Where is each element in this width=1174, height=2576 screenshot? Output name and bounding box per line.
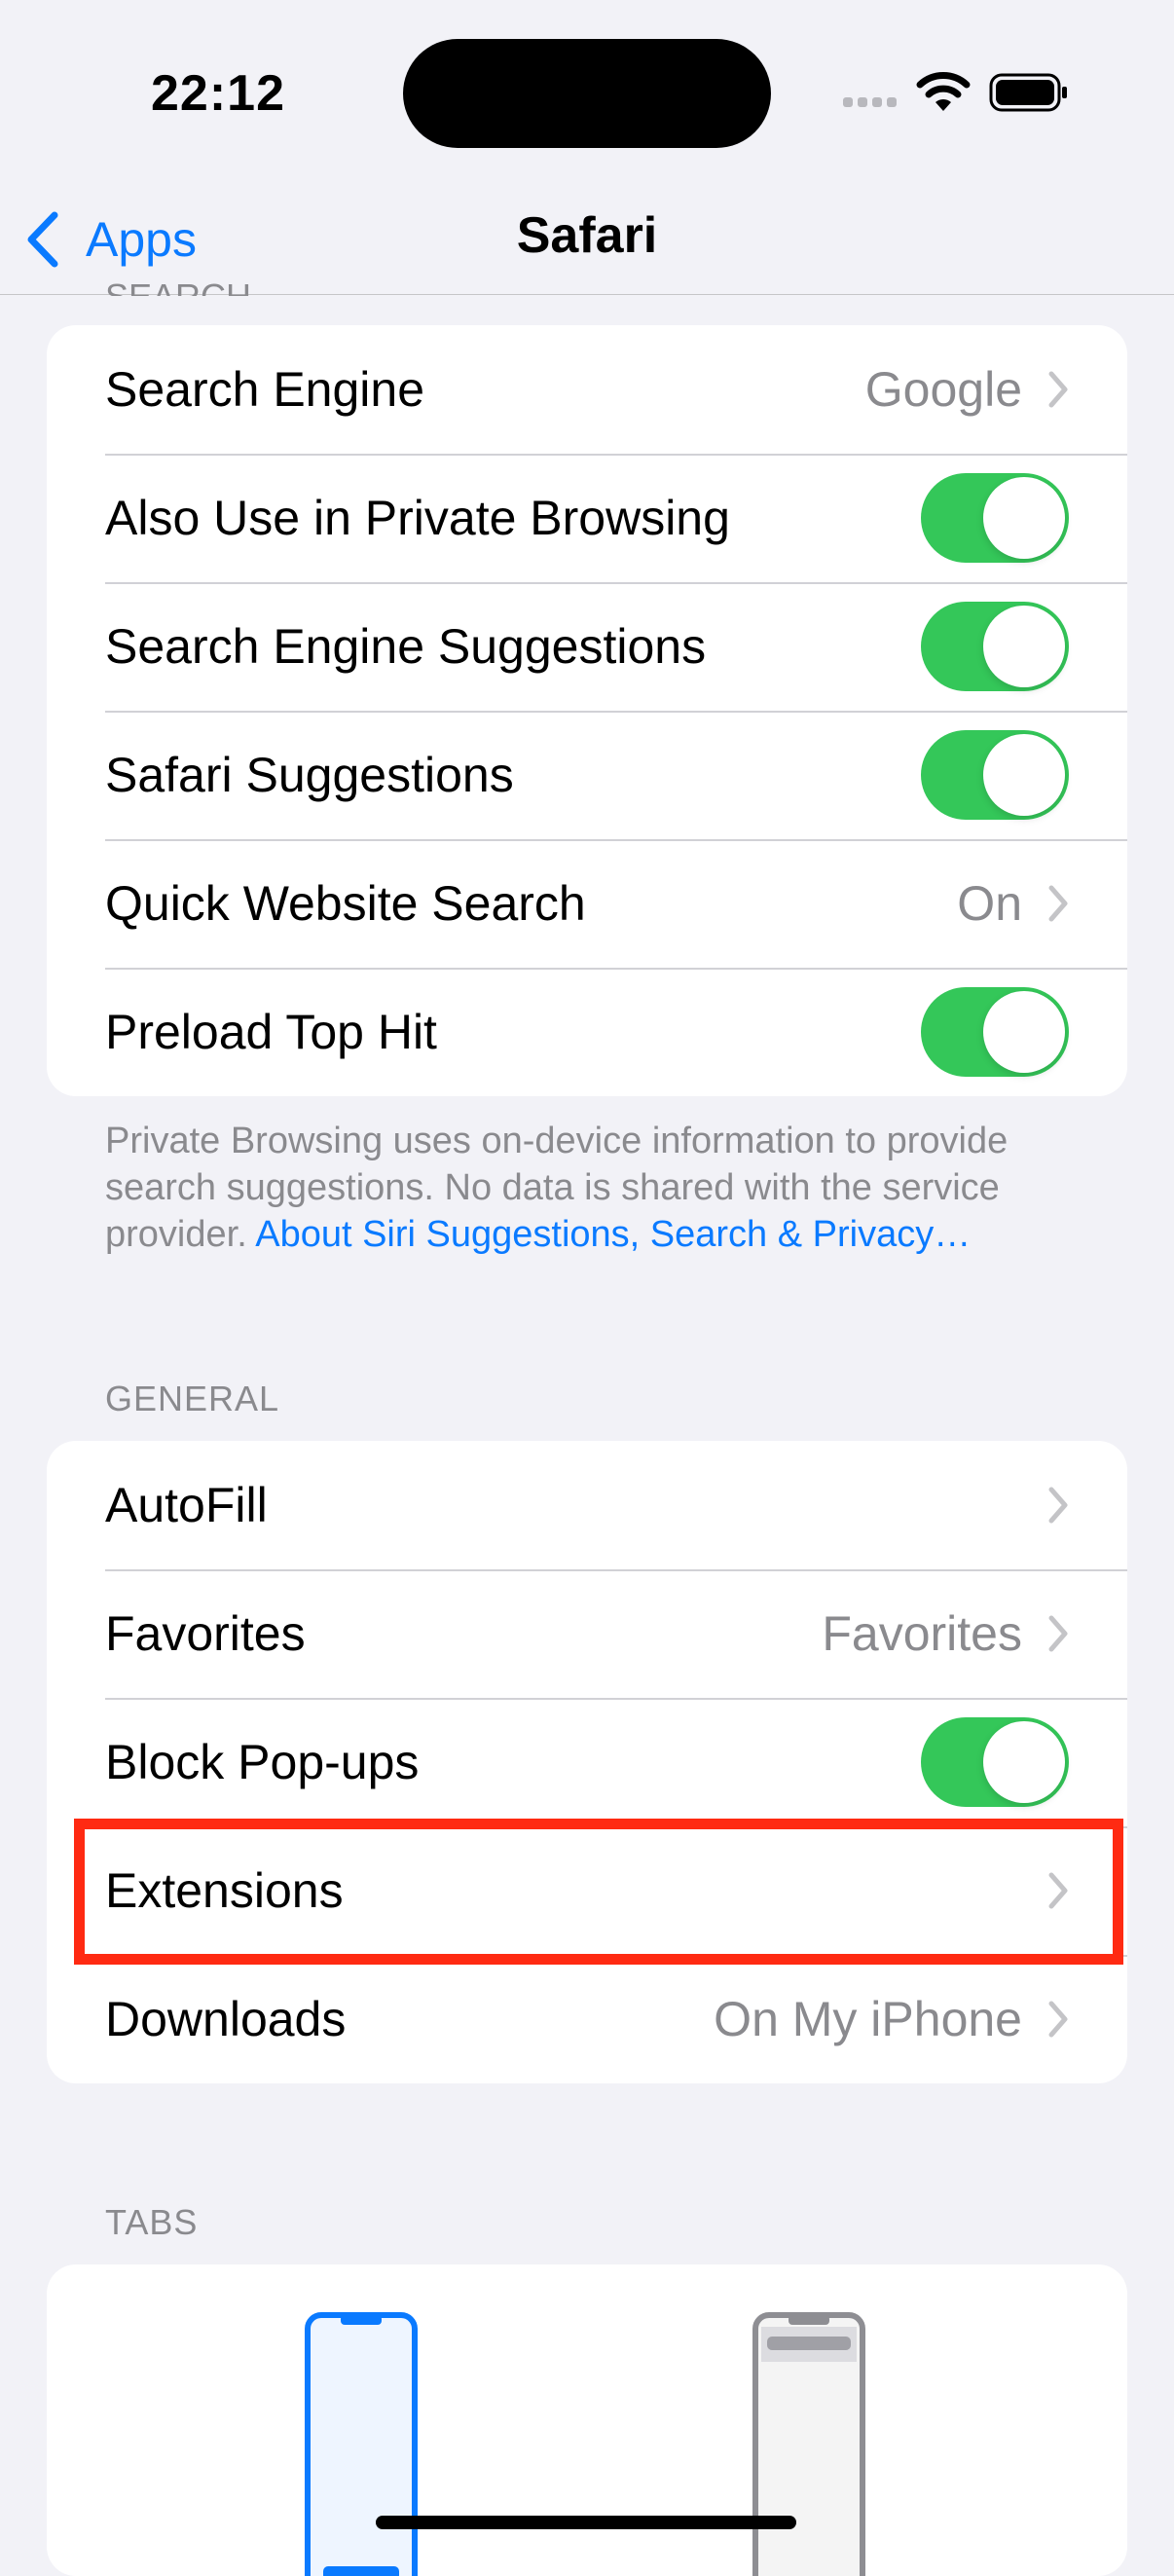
safari-suggestions-toggle[interactable] bbox=[921, 730, 1069, 820]
safari-suggestions-row: Safari Suggestions bbox=[47, 711, 1127, 839]
row-label: AutoFill bbox=[105, 1478, 268, 1532]
row-value: Google bbox=[864, 362, 1022, 417]
section-header-search: SEARCH bbox=[105, 276, 251, 296]
row-label: Downloads bbox=[105, 1992, 347, 2046]
chevron-right-icon bbox=[1048, 2001, 1068, 2038]
autofill-row[interactable]: AutoFill bbox=[47, 1441, 1127, 1569]
row-label: Block Pop-ups bbox=[105, 1735, 420, 1789]
status-time: 22:12 bbox=[151, 65, 285, 122]
quick-website-search-row[interactable]: Quick Website Search On bbox=[47, 839, 1127, 968]
page-title: Safari bbox=[516, 207, 658, 264]
chevron-right-icon bbox=[1048, 1487, 1068, 1524]
row-label: Search Engine bbox=[105, 362, 425, 417]
search-engine-suggestions-row: Search Engine Suggestions bbox=[47, 582, 1127, 711]
status-bar: 22:12 bbox=[0, 0, 1174, 185]
search-engine-suggestions-toggle[interactable] bbox=[921, 602, 1069, 691]
battery-icon bbox=[989, 73, 1067, 112]
home-indicator bbox=[376, 2516, 796, 2529]
favorites-row[interactable]: Favorites Favorites bbox=[47, 1569, 1127, 1698]
toggle-knob bbox=[983, 606, 1065, 687]
search-settings-group: Search Engine Google Also Use in Private… bbox=[47, 325, 1127, 1096]
row-value: Favorites bbox=[822, 1606, 1022, 1661]
tab-bar-layout-icon[interactable] bbox=[304, 2311, 419, 2576]
wifi-icon bbox=[916, 72, 971, 111]
row-label: Preload Top Hit bbox=[105, 1005, 437, 1059]
toggle-knob bbox=[983, 1721, 1065, 1803]
tabs-layout-card bbox=[47, 2264, 1127, 2576]
block-popups-toggle[interactable] bbox=[921, 1717, 1069, 1807]
private-browsing-toggle[interactable] bbox=[921, 473, 1069, 563]
row-value: On My iPhone bbox=[714, 1992, 1022, 2046]
single-tab-layout-icon[interactable] bbox=[752, 2311, 866, 2576]
block-popups-row: Block Pop-ups bbox=[47, 1698, 1127, 1826]
chevron-right-icon bbox=[1048, 371, 1068, 408]
toggle-knob bbox=[983, 991, 1065, 1073]
downloads-row[interactable]: Downloads On My iPhone bbox=[47, 1955, 1127, 2083]
privacy-link[interactable]: About Siri Suggestions, Search & Privacy… bbox=[255, 1214, 971, 1255]
toggle-knob bbox=[983, 477, 1065, 559]
private-browsing-search-row: Also Use in Private Browsing bbox=[47, 454, 1127, 582]
toggle-knob bbox=[983, 734, 1065, 816]
search-footer-note: Private Browsing uses on-device informat… bbox=[105, 1118, 1079, 1258]
row-label: Safari Suggestions bbox=[105, 748, 514, 802]
preload-top-hit-row: Preload Top Hit bbox=[47, 968, 1127, 1096]
extensions-highlight-box bbox=[74, 1819, 1123, 1965]
row-label: Favorites bbox=[105, 1606, 306, 1661]
chevron-right-icon bbox=[1048, 885, 1068, 922]
general-settings-group: AutoFill Favorites Favorites Block Pop-u… bbox=[47, 1441, 1127, 2083]
section-header-general: GENERAL bbox=[105, 1379, 280, 1418]
preload-top-hit-toggle[interactable] bbox=[921, 987, 1069, 1077]
cellular-signal-icon bbox=[843, 97, 898, 109]
search-engine-row[interactable]: Search Engine Google bbox=[47, 325, 1127, 454]
row-value: On bbox=[957, 876, 1022, 931]
row-label: Quick Website Search bbox=[105, 876, 586, 931]
dynamic-island bbox=[403, 39, 771, 148]
chevron-right-icon bbox=[1048, 1615, 1068, 1652]
section-header-tabs: TABS bbox=[105, 2202, 199, 2242]
row-label: Also Use in Private Browsing bbox=[105, 491, 730, 545]
row-label: Search Engine Suggestions bbox=[105, 619, 707, 674]
